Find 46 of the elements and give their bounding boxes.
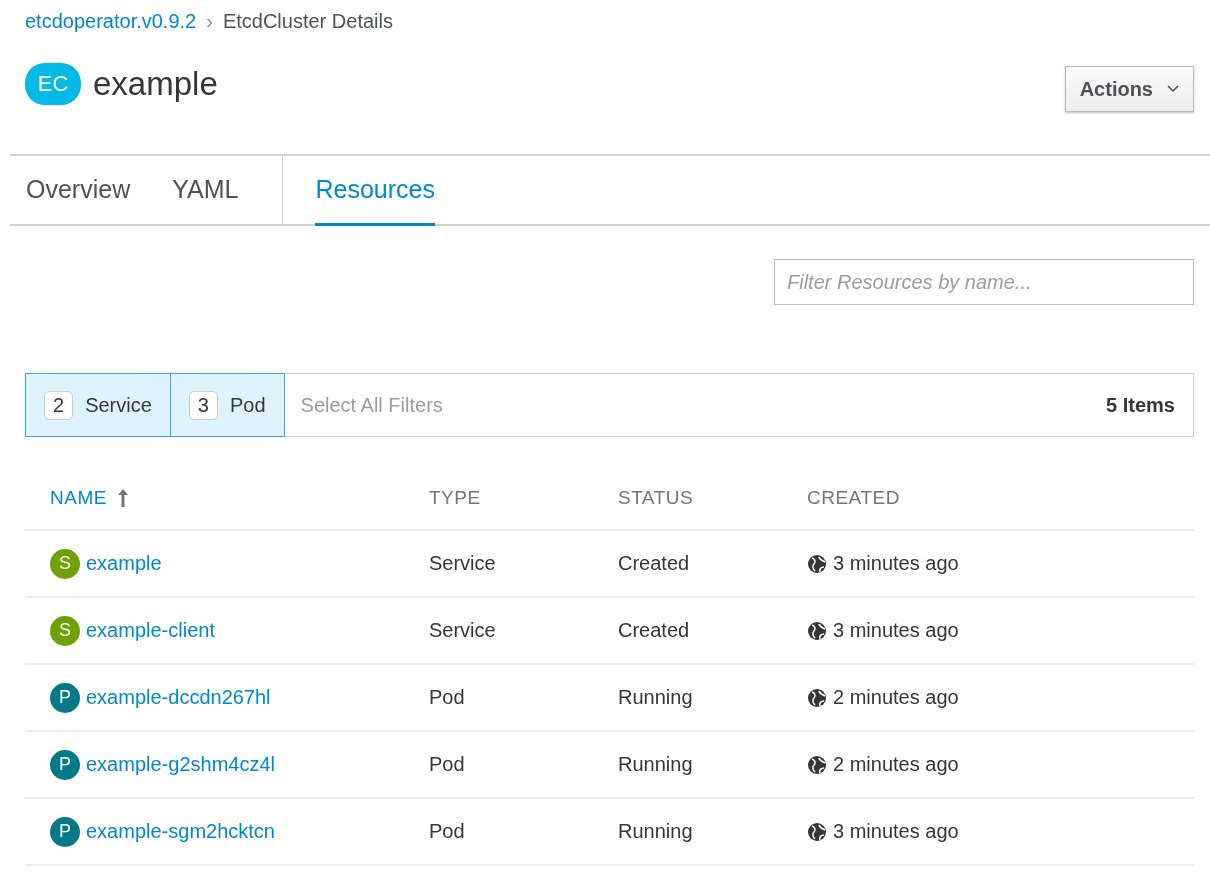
- table-cell-text: Service: [429, 552, 497, 575]
- resource-badge: EC: [25, 63, 81, 105]
- resource-link[interactable]: example-dccdn267hl: [86, 686, 271, 709]
- resource-kind-badge: P: [50, 816, 80, 847]
- table-cell-text: Created: [618, 619, 691, 642]
- globe-icon: [807, 553, 827, 574]
- tab[interactable]: YAML: [172, 156, 239, 226]
- actions-button[interactable]: Actions: [1064, 66, 1194, 112]
- column-header[interactable]: TYPE: [429, 487, 618, 509]
- column-header[interactable]: CREATED: [807, 487, 1194, 509]
- column-header[interactable]: STATUS: [618, 487, 807, 509]
- sort-ascending-icon: [116, 488, 129, 508]
- breadcrumb-current: EtcdCluster Details: [222, 9, 393, 33]
- breadcrumb-separator: ›: [206, 9, 213, 33]
- resource-link[interactable]: example-g2shm4cz4l: [86, 753, 275, 776]
- table-cell-text: Pod: [429, 753, 466, 776]
- created-time: 3 minutes ago: [833, 820, 959, 843]
- globe-icon: [807, 687, 827, 708]
- created-time: 2 minutes ago: [833, 686, 959, 709]
- caret-icon: [1167, 85, 1179, 93]
- tab[interactable]: Resources: [315, 156, 435, 226]
- table-cell-text: Running: [618, 820, 694, 843]
- globe-icon: [807, 821, 827, 842]
- resource-kind-badge: P: [50, 682, 80, 713]
- table-cell-text: Running: [618, 686, 694, 709]
- resource-link[interactable]: example: [86, 552, 162, 575]
- resource-link[interactable]: example-sgm2hcktcn: [86, 820, 275, 843]
- table-cell-text: Running: [618, 753, 694, 776]
- filter-field[interactable]: Filter Resources by name...: [774, 259, 1194, 305]
- table-cell-text: Service: [429, 619, 497, 642]
- created-time: 3 minutes ago: [833, 619, 959, 642]
- table-cell-text: Pod: [429, 686, 466, 709]
- column-header[interactable]: NAME: [50, 487, 429, 509]
- breadcrumb-link[interactable]: etcdoperator.v0.9.2: [25, 9, 197, 33]
- page-title: example: [93, 65, 218, 103]
- table-cell-text: Pod: [429, 820, 466, 843]
- resource-kind-badge: S: [50, 548, 80, 579]
- resource-link[interactable]: example-client: [86, 619, 215, 642]
- tab[interactable]: Overview: [26, 156, 131, 226]
- globe-icon: [807, 620, 827, 641]
- resource-kind-badge: S: [50, 615, 80, 646]
- resource-kind-badge: P: [50, 749, 80, 780]
- table-cell-text: Created: [618, 552, 691, 575]
- created-time: 2 minutes ago: [833, 753, 959, 776]
- globe-icon: [807, 754, 827, 775]
- created-time: 3 minutes ago: [833, 552, 959, 575]
